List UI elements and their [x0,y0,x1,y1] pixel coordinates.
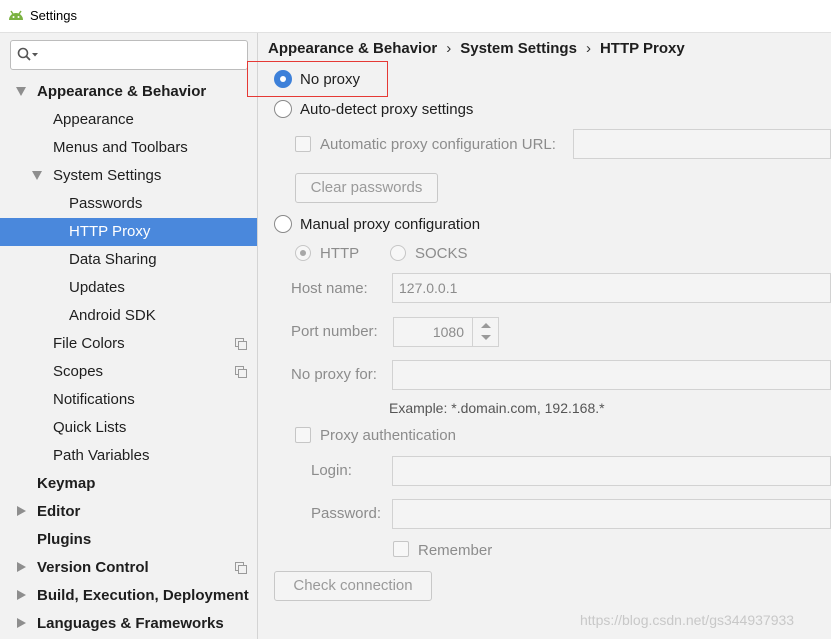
watermark: https://blog.csdn.net/gs344937933 [580,612,795,628]
breadcrumb-separator: › [585,40,591,57]
settings-sidebar: Appearance & Behavior Appearance Menus a… [0,33,258,639]
sidebar-item-scopes[interactable]: Scopes [0,358,257,386]
remember-label: Remember [418,542,493,559]
socks-radio[interactable] [390,245,406,261]
auto-detect-radio[interactable] [274,100,292,118]
sidebar-item-system-settings[interactable]: System Settings [0,162,257,190]
sidebar-item-http-proxy[interactable]: HTTP Proxy [0,218,257,246]
proxy-auth-label: Proxy authentication [320,427,456,444]
host-name-label: Host name: [291,280,368,297]
port-number-label: Port number: [291,323,378,340]
sidebar-item-appearance[interactable]: Appearance [0,106,257,134]
auto-config-url-label: Automatic proxy configuration URL: [320,136,556,153]
remember-checkbox[interactable] [393,541,409,557]
sidebar-item-plugins[interactable]: Plugins [0,526,257,554]
sidebar-item-data-sharing[interactable]: Data Sharing [0,246,257,274]
login-label: Login: [311,462,352,479]
proxy-auth-checkbox[interactable] [295,427,311,443]
search-icon[interactable] [17,47,39,63]
sidebar-item-quick-lists[interactable]: Quick Lists [0,414,257,442]
chevron-right-icon[interactable] [17,618,26,628]
sidebar-item-file-colors[interactable]: File Colors [0,330,257,358]
breadcrumb-appearance-behavior: Appearance & Behavior [268,40,438,57]
port-stepper[interactable] [472,318,498,346]
sidebar-item-passwords[interactable]: Passwords [0,190,257,218]
no-proxy-example: Example: *.domain.com, 192.168.* [389,400,605,416]
clear-passwords-button[interactable]: Clear passwords [295,173,438,203]
chevron-right-icon[interactable] [17,590,26,600]
sidebar-item-keymap[interactable]: Keymap [0,470,257,498]
breadcrumb: Appearance & Behavior › System Settings › HT… [268,40,685,57]
title-bar: Settings [0,0,831,33]
sidebar-item-build-execution-deployment[interactable]: Build, Execution, Deployment [0,582,257,610]
project-copy-icon [235,366,247,378]
android-icon [9,10,23,20]
auto-detect-label: Auto-detect proxy settings [300,101,474,118]
no-proxy-for-label: No proxy for: [291,366,377,383]
sidebar-item-appearance-behavior[interactable]: Appearance & Behavior [0,78,257,106]
annotation-highlight-box [247,61,388,97]
sidebar-item-editor[interactable]: Editor [0,498,257,526]
sidebar-item-notifications[interactable]: Notifications [0,386,257,414]
manual-proxy-label: Manual proxy configuration [300,216,481,233]
sidebar-item-updates[interactable]: Updates [0,274,257,302]
check-connection-button[interactable]: Check connection [274,571,432,601]
sidebar-item-path-variables[interactable]: Path Variables [0,442,257,470]
sidebar-item-android-sdk[interactable]: Android SDK [0,302,257,330]
sidebar-item-languages-frameworks[interactable]: Languages & Frameworks [0,610,257,638]
chevron-right-icon[interactable] [17,562,26,572]
manual-proxy-radio[interactable] [274,215,292,233]
project-copy-icon [235,338,247,350]
chevron-down-icon[interactable] [16,87,26,96]
no-proxy-for-field[interactable] [392,360,831,390]
auto-config-url-field[interactable] [573,129,831,159]
breadcrumb-http-proxy: HTTP Proxy [599,40,685,57]
password-field[interactable] [392,499,831,529]
sidebar-item-menus-toolbars[interactable]: Menus and Toolbars [0,134,257,162]
stepper-down-icon[interactable] [473,332,499,346]
chevron-right-icon[interactable] [17,506,26,516]
login-field[interactable] [392,456,831,486]
password-label: Password: [311,505,382,522]
search-box[interactable] [10,40,248,70]
http-radio[interactable] [295,245,311,261]
auto-config-url-checkbox[interactable] [295,136,311,152]
breadcrumb-separator: › [446,40,452,57]
project-copy-icon [235,562,247,574]
window-title: Settings [30,8,77,23]
host-name-field[interactable]: 127.0.0.1 [392,273,831,303]
http-label: HTTP [320,245,360,262]
breadcrumb-system-settings: System Settings [460,40,577,57]
stepper-up-icon[interactable] [473,318,499,332]
socks-label: SOCKS [415,245,468,262]
chevron-down-icon[interactable] [32,171,42,180]
sidebar-item-version-control[interactable]: Version Control [0,554,257,582]
search-input[interactable] [41,45,241,65]
